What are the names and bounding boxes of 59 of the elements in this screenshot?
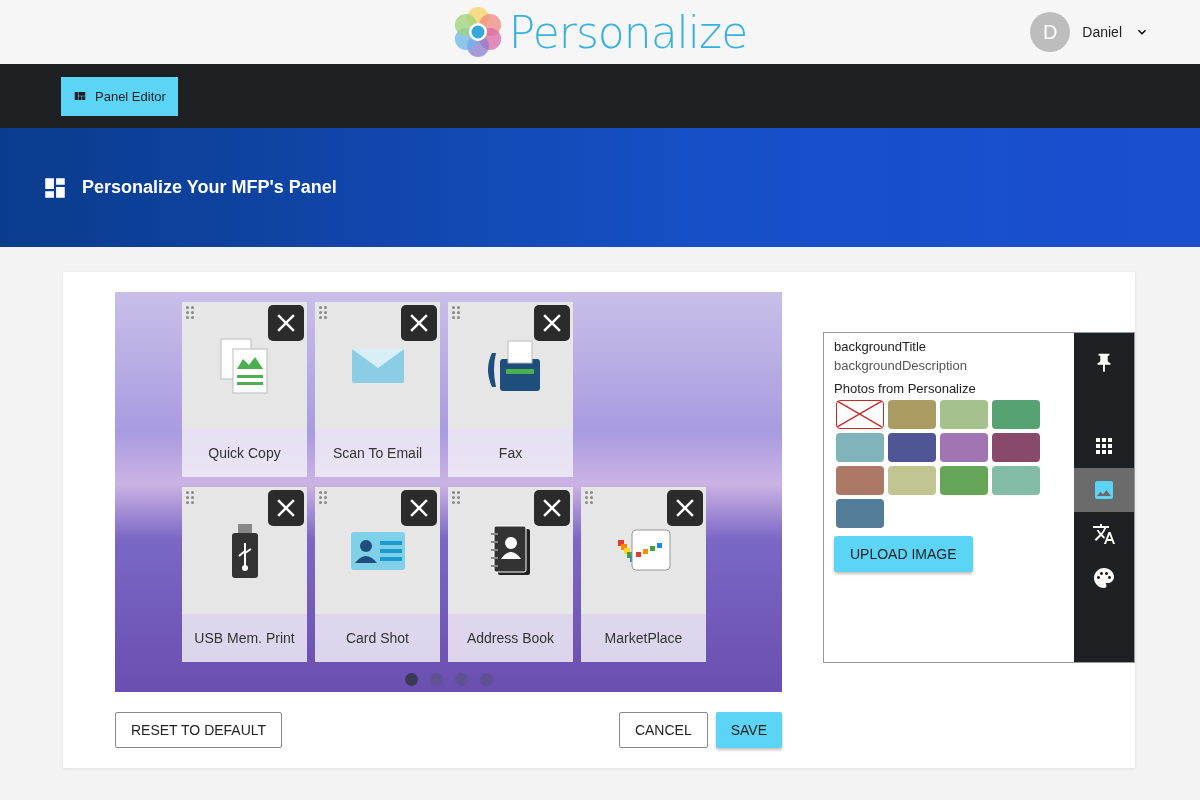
tile-label: Scan To Email xyxy=(315,429,440,477)
user-name[interactable]: Daniel xyxy=(1082,24,1122,40)
marketplace-icon xyxy=(615,527,672,574)
usb-drive-icon xyxy=(229,522,260,579)
close-button[interactable] xyxy=(401,490,437,526)
logo-icon xyxy=(452,7,503,57)
drag-handle-icon[interactable] xyxy=(186,491,195,504)
photo-thumbnail[interactable] xyxy=(836,466,884,495)
close-button[interactable] xyxy=(268,490,304,526)
page-dot[interactable] xyxy=(454,673,468,686)
address-book-icon xyxy=(489,524,532,577)
documents-icon xyxy=(218,336,271,395)
close-button[interactable] xyxy=(667,490,703,526)
tile-label: Address Book xyxy=(448,614,573,662)
photo-thumbnail[interactable] xyxy=(888,400,936,429)
section-label: Photos from Personalize xyxy=(834,381,977,396)
photo-thumbnail[interactable] xyxy=(836,499,884,528)
photo-thumbnail[interactable] xyxy=(888,466,936,495)
tile-label: Fax xyxy=(448,429,573,477)
panel-description: backgroundDescription xyxy=(834,358,968,373)
photo-thumbnail[interactable] xyxy=(992,433,1040,462)
close-button[interactable] xyxy=(534,305,570,341)
panel-title: backgroundTitle xyxy=(834,339,927,354)
id-card-icon xyxy=(349,530,406,571)
drag-handle-icon[interactable] xyxy=(452,491,461,504)
save-button[interactable]: SAVE xyxy=(715,712,782,748)
upload-image-button[interactable]: UPLOAD IMAGE xyxy=(834,536,973,572)
photo-thumbnail[interactable] xyxy=(940,433,988,462)
close-button[interactable] xyxy=(401,305,437,341)
photo-thumbnail[interactable] xyxy=(940,466,988,495)
photo-thumbnail[interactable] xyxy=(836,433,884,462)
envelope-icon xyxy=(350,347,405,384)
photo-thumbnail[interactable] xyxy=(888,433,936,462)
tile-label: Card Shot xyxy=(315,614,440,662)
translate-icon xyxy=(1092,522,1116,546)
tile-label: MarketPlace xyxy=(581,614,706,662)
layout-icon xyxy=(73,89,87,103)
drag-handle-icon[interactable] xyxy=(319,306,328,319)
image-icon xyxy=(1092,478,1116,502)
reset-button[interactable]: RESET TO DEFAULT xyxy=(115,712,283,748)
panel-editor-button[interactable]: Panel Editor xyxy=(61,76,178,116)
page-dot[interactable] xyxy=(479,673,493,686)
tile-label: Quick Copy xyxy=(182,429,307,477)
drag-handle-icon[interactable] xyxy=(319,491,328,504)
photo-thumbnail[interactable] xyxy=(992,466,1040,495)
page-dot[interactable] xyxy=(429,673,443,686)
tile-label: USB Mem. Print xyxy=(182,614,307,662)
no-image-thumbnail[interactable] xyxy=(836,400,884,429)
photo-thumbnail[interactable] xyxy=(992,400,1040,429)
close-button[interactable] xyxy=(534,490,570,526)
brand-name: Personalize xyxy=(508,6,748,58)
cancel-button[interactable]: CANCEL xyxy=(618,712,708,748)
drag-handle-icon[interactable] xyxy=(186,306,195,319)
drag-handle-icon[interactable] xyxy=(585,491,594,504)
page-title: Personalize Your MFP's Panel xyxy=(82,177,337,198)
drag-handle-icon[interactable] xyxy=(452,306,461,319)
photo-thumbnail[interactable] xyxy=(940,400,988,429)
close-button[interactable] xyxy=(268,305,304,341)
palette-icon xyxy=(1092,566,1116,590)
